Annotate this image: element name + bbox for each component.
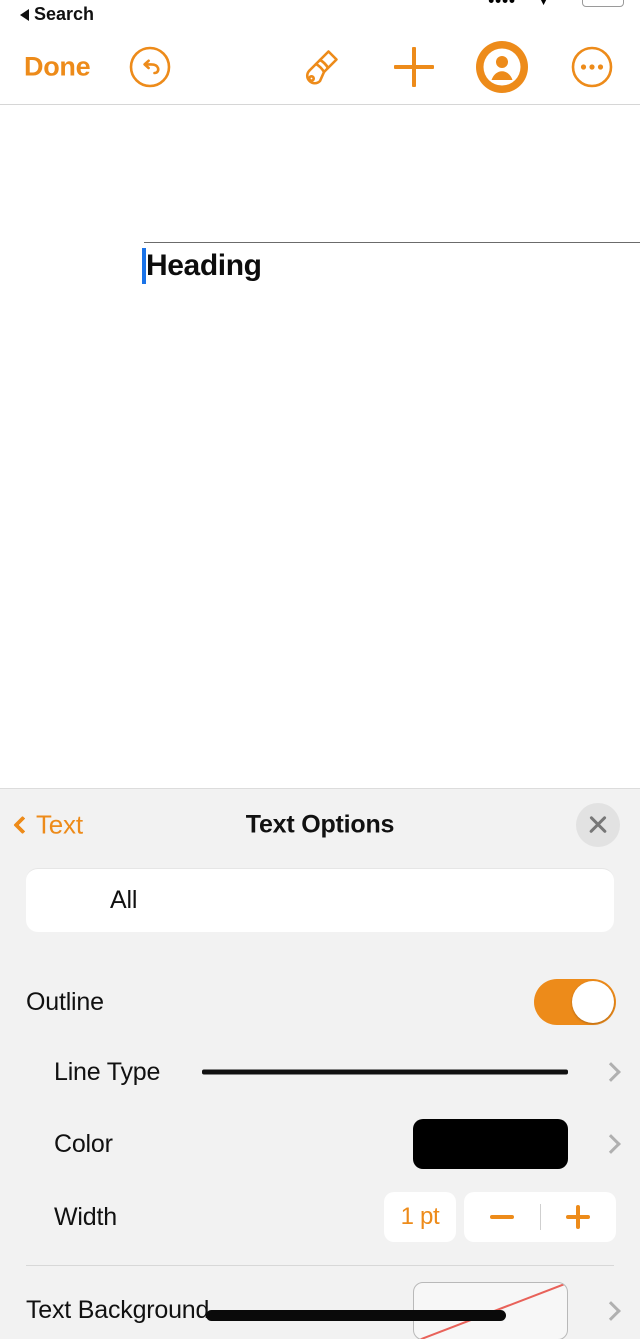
battery-icon — [582, 0, 624, 7]
plus-icon — [392, 45, 436, 89]
row-outline[interactable]: Outline — [0, 970, 640, 1034]
panel-back-button[interactable]: Text — [13, 809, 83, 841]
panel-title: Text Options — [245, 810, 395, 839]
width-stepper-group: 1 pt — [384, 1192, 616, 1242]
panel-close-button[interactable] — [576, 803, 620, 847]
close-x-icon — [587, 814, 609, 836]
more-options-button[interactable] — [570, 45, 614, 89]
section-divider — [26, 1265, 614, 1266]
heading-rule — [144, 242, 640, 243]
back-triangle-icon — [20, 8, 29, 21]
row-color[interactable]: Color — [0, 1114, 640, 1174]
text-background-label: Text Background — [26, 1296, 210, 1324]
chevron-right-icon — [601, 1134, 621, 1154]
wifi-icon: ▼ — [537, 0, 550, 8]
segment-all-label: All — [110, 886, 138, 914]
color-swatch[interactable] — [413, 1119, 568, 1169]
chevron-left-icon — [13, 815, 32, 835]
width-decrement-button[interactable] — [464, 1192, 540, 1242]
status-bar: •••• ▼ — [0, 0, 640, 10]
black-ink-stroke — [206, 1310, 506, 1321]
toggle-knob — [572, 981, 614, 1023]
undo-button[interactable] — [128, 45, 172, 89]
outline-label: Outline — [26, 987, 104, 1016]
minus-icon — [490, 1215, 514, 1219]
format-button[interactable] — [297, 43, 345, 91]
paintbrush-icon — [305, 50, 338, 85]
line-type-label: Line Type — [54, 1057, 161, 1086]
outline-toggle[interactable] — [534, 979, 616, 1025]
back-to-search-label: Search — [34, 4, 95, 24]
undo-circle-icon — [129, 46, 171, 88]
panel-header: Text Text Options — [0, 789, 640, 861]
chevron-right-icon — [601, 1300, 621, 1321]
panel-back-label: Text — [36, 809, 83, 840]
document-canvas[interactable]: Heading — [0, 106, 640, 788]
width-increment-button[interactable] — [540, 1192, 616, 1242]
text-caret — [142, 248, 146, 284]
done-button[interactable]: Done — [24, 52, 91, 83]
color-label: Color — [54, 1129, 113, 1158]
line-type-preview — [202, 1069, 568, 1075]
chevron-right-icon — [601, 1062, 621, 1082]
row-width[interactable]: Width 1 pt — [0, 1186, 640, 1248]
person-circle-icon — [476, 41, 528, 93]
row-line-type[interactable]: Line Type — [0, 1042, 640, 1102]
signal-dots-icon: •••• — [488, 0, 516, 10]
ellipsis-circle-icon — [571, 46, 613, 88]
segment-all-row[interactable]: All — [26, 868, 614, 932]
width-label: Width — [54, 1202, 117, 1231]
plus-icon — [566, 1204, 590, 1230]
insert-button[interactable] — [392, 45, 436, 89]
screen: •••• ▼ Search Done Heading Text Text Opt… — [0, 0, 640, 1339]
document-heading-text[interactable]: Heading — [146, 249, 262, 283]
app-toolbar: Done — [0, 30, 640, 105]
width-stepper — [464, 1192, 616, 1242]
width-value[interactable]: 1 pt — [384, 1192, 456, 1242]
back-to-search-link[interactable]: Search — [20, 4, 94, 25]
collaborate-button[interactable] — [474, 39, 530, 95]
